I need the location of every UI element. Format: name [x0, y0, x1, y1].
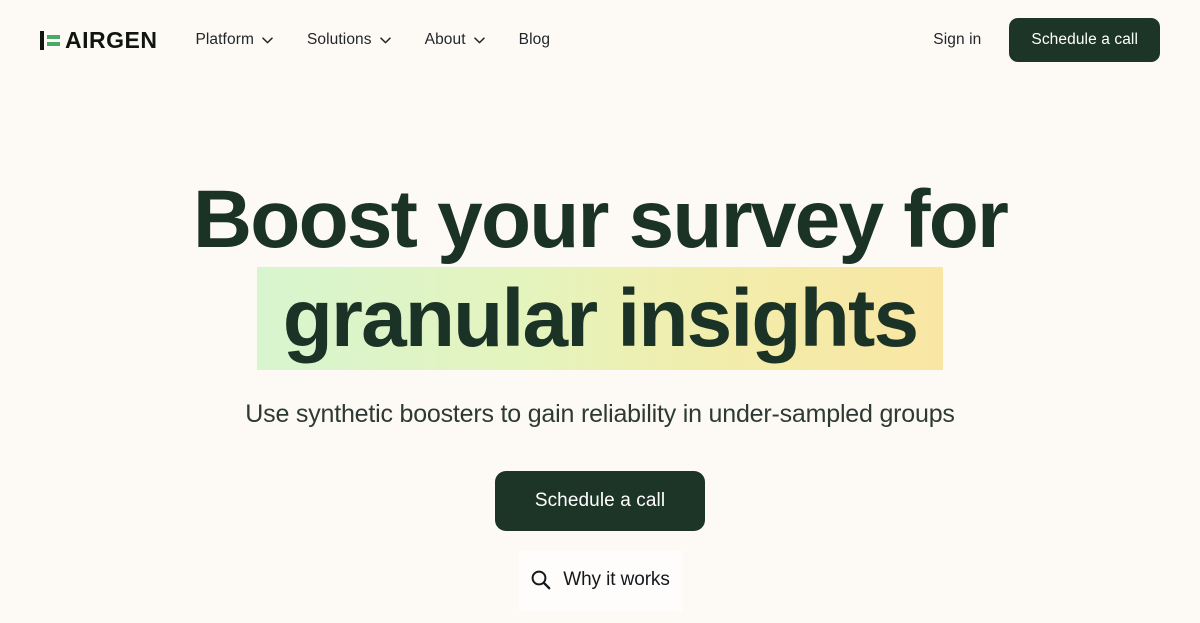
logo[interactable]: AIRGEN [40, 26, 158, 53]
headline-line-1: Boost your survey for [192, 174, 1009, 265]
logo-bar-bottom [47, 41, 60, 46]
headline-line-2-wrapper: granular insights [0, 267, 1200, 370]
chevron-down-icon [473, 36, 485, 44]
hero-subtitle: Use synthetic boosters to gain reliabili… [245, 399, 955, 428]
main-navigation: Platform Solutions About Blog [195, 31, 550, 49]
nav-item-label: About [424, 31, 466, 48]
header-schedule-call-button[interactable]: Schedule a call [1009, 18, 1160, 62]
nav-item-platform[interactable]: Platform [195, 31, 273, 49]
nav-item-solutions[interactable]: Solutions [307, 31, 391, 49]
nav-item-label: Platform [195, 31, 254, 48]
nav-item-about[interactable]: About [425, 31, 485, 49]
header-actions: Sign in Schedule a call [933, 18, 1160, 62]
nav-item-blog[interactable]: Blog [519, 31, 550, 49]
search-icon [530, 569, 551, 590]
page-title: Boost your survey for granular insights [0, 174, 1200, 370]
hero-section: Boost your survey for granular insights … [0, 80, 1200, 611]
why-it-works-button[interactable]: Why it works [518, 550, 682, 611]
hero-schedule-call-button[interactable]: Schedule a call [494, 470, 706, 531]
fairgen-f-mark-icon [40, 30, 60, 50]
site-header: AIRGEN Platform Solutions About Blog Sig… [0, 0, 1200, 80]
nav-item-label: Solutions [306, 31, 372, 48]
hero-cta-row: Schedule a call [0, 470, 1200, 531]
logo-wordmark: AIRGEN [65, 26, 158, 53]
nav-item-label: Blog [518, 31, 551, 48]
chevron-down-icon [262, 36, 273, 44]
headline-highlight: granular insights [256, 267, 944, 370]
logo-bar-top [47, 34, 60, 39]
sign-in-link[interactable]: Sign in [933, 31, 981, 49]
chevron-down-icon [379, 36, 391, 44]
why-it-works-label: Why it works [563, 568, 670, 590]
